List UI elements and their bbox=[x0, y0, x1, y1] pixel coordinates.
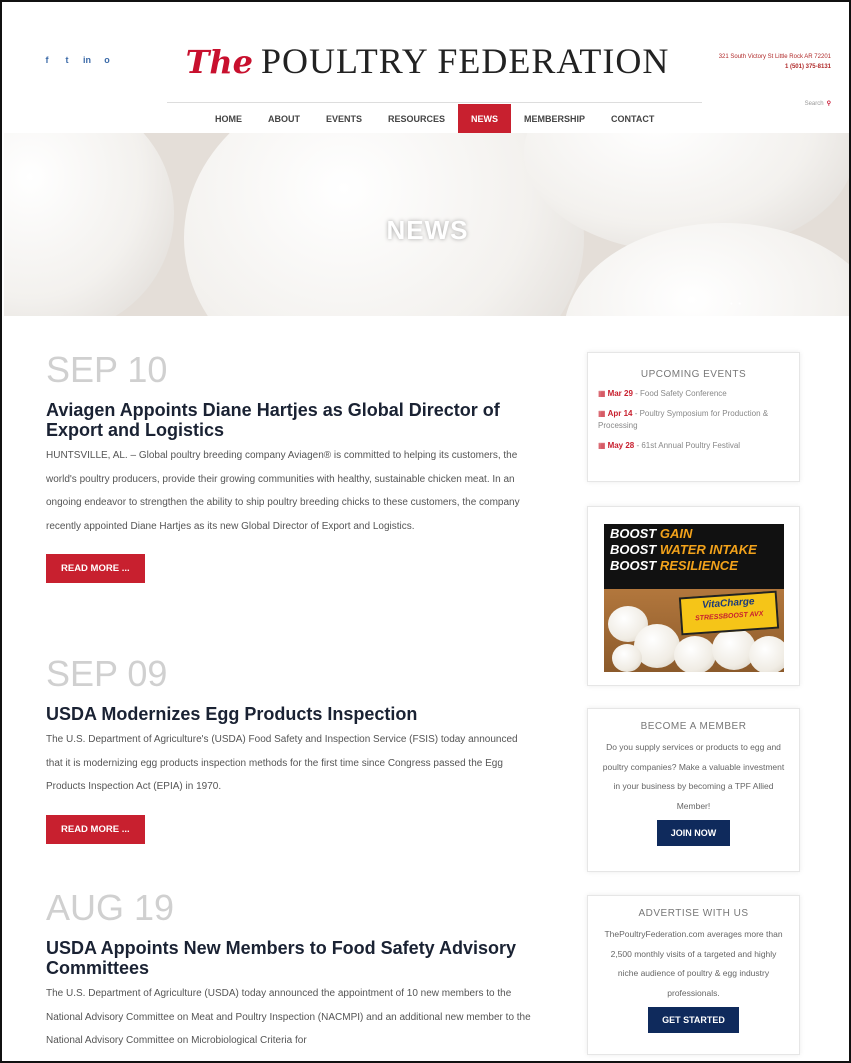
event-text: - 61st Annual Poultry Festival bbox=[634, 441, 741, 450]
contact-address: 321 South Victory St Little Rock AR 7220… bbox=[718, 54, 831, 60]
sidebar-ad[interactable]: BOOST GAIN BOOST WATER INTAKE BOOST RESI… bbox=[587, 506, 800, 686]
search-icon: ⚲ bbox=[826, 101, 831, 107]
contact-phone[interactable]: 1 (501) 375-8131 bbox=[719, 62, 831, 72]
article-title[interactable]: USDA Modernizes Egg Products Inspection bbox=[46, 704, 536, 724]
advertise-panel: ADVERTISE WITH US ThePoultryFederation.c… bbox=[587, 895, 800, 1055]
become-member-panel: BECOME A MEMBER Do you supply services o… bbox=[587, 708, 800, 872]
member-title: BECOME A MEMBER bbox=[640, 721, 747, 732]
nav-item-news[interactable]: NEWS bbox=[458, 104, 512, 134]
logo-the: The bbox=[185, 43, 254, 81]
advertise-title: ADVERTISE WITH US bbox=[638, 908, 749, 919]
article-date: AUG 19 bbox=[46, 887, 175, 928]
nav-item-resources[interactable]: RESOURCES bbox=[375, 104, 458, 134]
page: f t in o The POULTRY FEDERATION 321 South… bbox=[0, 0, 851, 1063]
article-title[interactable]: Aviagen Appoints Diane Hartjes as Global… bbox=[46, 400, 536, 440]
event-text: - Food Safety Conference bbox=[632, 389, 727, 398]
ad-line: BOOST RESILIENCE bbox=[610, 558, 738, 573]
event-item[interactable]: ▦ Apr 14 - Poultry Symposium for Producti… bbox=[598, 408, 789, 432]
event-date: Mar 29 bbox=[607, 389, 633, 398]
logo-name: POULTRY FEDERATION bbox=[261, 41, 670, 81]
join-now-button[interactable]: JOIN NOW bbox=[656, 820, 731, 846]
search-link[interactable]: Search ⚲ bbox=[805, 100, 831, 107]
ad-line: BOOST GAIN bbox=[610, 526, 693, 541]
event-item[interactable]: ▦ Mar 29 - Food Safety Conference bbox=[598, 388, 789, 400]
advertise-text: ThePoultryFederation.com averages more t… bbox=[604, 929, 783, 998]
nav-item-contact[interactable]: CONTACT bbox=[598, 104, 667, 134]
calendar-icon: ▦ bbox=[598, 441, 606, 450]
search-label: Search bbox=[804, 101, 824, 107]
nav-item-home[interactable]: HOME bbox=[202, 104, 255, 134]
ad-product-label: VitaCharge STRESSBOOST AVX bbox=[678, 590, 780, 636]
calendar-icon: ▦ bbox=[598, 409, 606, 418]
upcoming-events-panel: UPCOMING EVENTS ▦ Mar 29 - Food Safety Co… bbox=[587, 352, 800, 482]
hero-banner: NEWS • • bbox=[4, 133, 849, 316]
event-item[interactable]: ▦ May 28 - 61st Annual Poultry Festival bbox=[598, 440, 789, 452]
slider-dots[interactable]: • • bbox=[730, 301, 743, 308]
article-excerpt: The U.S. Department of Agriculture (USDA… bbox=[46, 988, 531, 1046]
member-text: Do you supply services or products to eg… bbox=[602, 742, 785, 811]
article: AUG 19 USDA Appoints New Members to Food… bbox=[46, 888, 536, 1053]
article: SEP 09 USDA Modernizes Egg Products Insp… bbox=[46, 654, 536, 844]
hero-title: NEWS bbox=[386, 215, 469, 245]
nav-item-events[interactable]: EVENTS bbox=[313, 104, 375, 134]
events-title: UPCOMING EVENTS bbox=[640, 369, 747, 380]
event-date: Apr 14 bbox=[607, 409, 633, 418]
calendar-icon: ▦ bbox=[598, 389, 606, 398]
ad-line: BOOST WATER INTAKE bbox=[610, 542, 757, 557]
main-nav: HOME ABOUT EVENTS RESOURCES NEWS MEMBERSHIP CO… bbox=[202, 104, 667, 134]
read-more-button[interactable]: READ MORE ... bbox=[46, 554, 145, 583]
nav-item-about[interactable]: ABOUT bbox=[255, 104, 313, 134]
read-more-button[interactable]: READ MORE ... bbox=[46, 814, 145, 844]
article-title[interactable]: USDA Appoints New Members to Food Safety… bbox=[46, 938, 536, 978]
events-list: ▦ Mar 29 - Food Safety Conference ▦ Apr 14 … bbox=[588, 388, 799, 452]
event-date: May 28 bbox=[607, 441, 635, 450]
header-contact: 321 South Victory St Little Rock AR 7220… bbox=[719, 52, 831, 72]
get-started-button[interactable]: GET STARTED bbox=[648, 1007, 739, 1033]
nav-divider bbox=[167, 102, 702, 103]
article-date: SEP 10 bbox=[46, 349, 168, 390]
ad-image: BOOST GAIN BOOST WATER INTAKE BOOST RESI… bbox=[604, 524, 784, 672]
nav-item-membership[interactable]: MEMBERSHIP bbox=[511, 104, 598, 134]
article-date: SEP 09 bbox=[46, 653, 168, 694]
article-excerpt: The U.S. Department of Agriculture's (US… bbox=[46, 734, 518, 792]
article-excerpt: HUNTSVILLE, AL. – Global poultry breedin… bbox=[46, 450, 520, 532]
article: SEP 10 Aviagen Appoints Diane Hartjes as… bbox=[46, 350, 536, 583]
